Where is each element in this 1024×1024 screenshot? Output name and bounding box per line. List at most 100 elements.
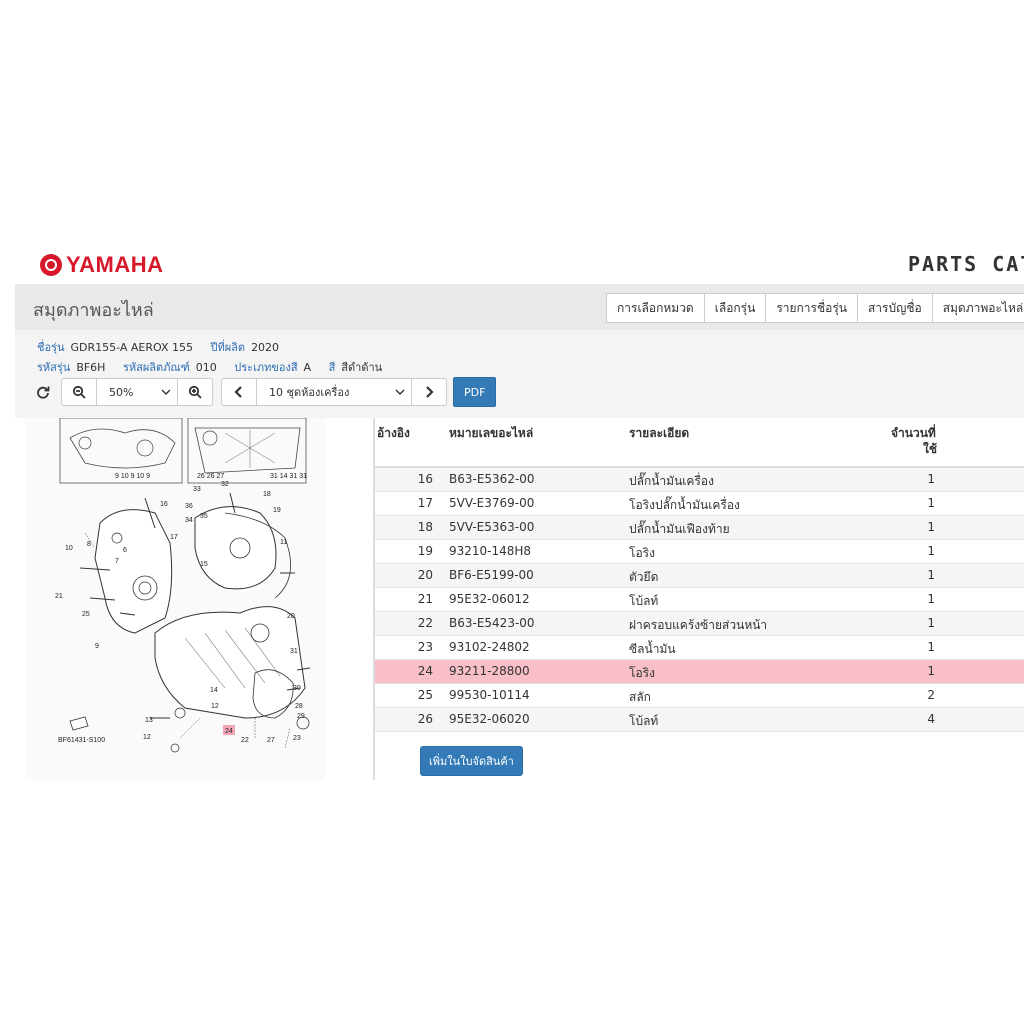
cell-ref: 20 xyxy=(417,568,433,582)
code-label: รหัสรุ่น xyxy=(37,361,71,374)
cell-description: สลัก xyxy=(629,690,651,704)
table-row[interactable]: 16 B63-E5362-00 ปลั๊กน้ำมันเครื่อง 1 xyxy=(375,468,1024,492)
cell-part-number: 5VV-E5363-00 xyxy=(449,520,535,534)
zoom-select[interactable]: 50% xyxy=(96,378,178,406)
model-info-panel: ชื่อรุ่น GDR155-A AEROX 155 ปีที่ผลิต 2020… xyxy=(15,330,1024,418)
header-part-number[interactable]: หมายเลขอะไหล่ xyxy=(449,424,533,443)
chevron-down-icon xyxy=(161,389,171,395)
year-value: 2020 xyxy=(251,341,280,354)
tab-select-model[interactable]: เลือกรุ่น xyxy=(703,293,767,323)
parts-diagram[interactable]: 9 10 9 10 9 26 26 27 31 14 31 31 16 33 3… xyxy=(25,417,325,780)
zoom-in-button[interactable] xyxy=(177,378,213,406)
svg-text:31: 31 xyxy=(290,648,298,655)
parts-catalog-window: YAMAHA PARTS CATA สมุดภาพอะไหล่ การเลือก… xyxy=(15,244,1024,780)
chevron-left-icon xyxy=(234,386,242,398)
table-row[interactable]: 23 93102-24802 ซีลน้ำมัน 1 xyxy=(375,636,1024,660)
tab-parts-catalog[interactable]: สมุดภาพอะไหล่ xyxy=(931,293,1024,323)
svg-text:15: 15 xyxy=(200,561,208,568)
refresh-button[interactable] xyxy=(29,378,57,406)
svg-text:36: 36 xyxy=(185,503,193,510)
cell-description: ตัวยึด xyxy=(629,570,659,584)
table-row[interactable]: 26 95E32-06020 โบ้ลท์ 4 xyxy=(375,708,1024,732)
cell-part-number: 5VV-E3769-00 xyxy=(449,496,535,510)
header-description[interactable]: รายละเอียด xyxy=(629,424,689,443)
header-ref[interactable]: อ้างอิง xyxy=(377,424,410,443)
table-row[interactable]: 21 95E32-06012 โบ้ลท์ 1 xyxy=(375,588,1024,612)
exploded-view-drawing: 9 10 9 10 9 26 26 27 31 14 31 31 16 33 3… xyxy=(55,417,311,753)
cell-quantity: 4 xyxy=(927,712,935,726)
cell-part-number: B63-E5423-00 xyxy=(449,616,535,630)
table-row[interactable]: 24 93211-28800 โอริง 1 xyxy=(375,660,1024,684)
next-section-button[interactable] xyxy=(411,378,447,406)
product-code-label: รหัสผลิตภัณฑ์ xyxy=(122,361,190,374)
cell-quantity: 1 xyxy=(927,664,935,678)
tuning-fork-icon xyxy=(40,254,62,276)
tab-model-list[interactable]: รายการชื่อรุ่น xyxy=(765,293,858,323)
pdf-button[interactable]: PDF xyxy=(453,377,497,407)
svg-text:18: 18 xyxy=(263,491,271,498)
cell-ref: 26 xyxy=(417,712,433,726)
parts-table: อ้างอิง หมายเลขอะไหล่ รายละเอียด จำนวนที… xyxy=(375,418,1024,776)
table-row[interactable]: 18 5VV-E5363-00 ปลั๊กน้ำมันเฟืองท้าย 1 xyxy=(375,516,1024,540)
svg-text:20: 20 xyxy=(287,613,295,620)
tab-index[interactable]: สารบัญชื่อ xyxy=(856,293,933,323)
svg-text:30: 30 xyxy=(293,685,301,692)
svg-text:13: 13 xyxy=(145,717,153,724)
svg-text:10: 10 xyxy=(65,545,73,552)
svg-text:31 14 31 31: 31 14 31 31 xyxy=(270,473,307,480)
table-row[interactable]: 22 B63-E5423-00 ฝาครอบแคร้งซ้ายส่วนหน้า 1 xyxy=(375,612,1024,636)
svg-text:17: 17 xyxy=(170,534,178,541)
tab-category[interactable]: การเลือกหมวด xyxy=(606,293,705,323)
cell-part-number: 95E32-06020 xyxy=(449,712,530,726)
svg-text:21: 21 xyxy=(55,593,63,600)
cell-description: ปลั๊กน้ำมันเฟืองท้าย xyxy=(629,522,730,536)
logo-text: YAMAHA xyxy=(66,252,164,277)
color-label: สี xyxy=(328,361,336,374)
table-row[interactable]: 25 99530-10114 สลัก 2 xyxy=(375,684,1024,708)
cell-part-number: B63-E5362-00 xyxy=(449,472,535,486)
zoom-out-icon xyxy=(72,385,86,399)
cell-part-number: 93102-24802 xyxy=(449,640,530,654)
svg-text:27: 27 xyxy=(267,737,275,744)
cell-part-number: 95E32-06012 xyxy=(449,592,530,606)
zoom-out-button[interactable] xyxy=(61,378,97,406)
zoom-in-icon xyxy=(188,385,202,399)
year-label: ปีที่ผลิต xyxy=(210,341,246,354)
add-to-order-button[interactable]: เพิ่มในใบจัดสินค้า xyxy=(420,746,523,776)
svg-text:8: 8 xyxy=(87,541,91,548)
cell-part-number: 99530-10114 xyxy=(449,688,530,702)
refresh-icon xyxy=(37,386,50,399)
cell-quantity: 1 xyxy=(927,520,935,534)
cell-ref: 17 xyxy=(417,496,433,510)
callout-24-highlighted: 24 xyxy=(225,728,233,735)
cell-part-number: BF6-E5199-00 xyxy=(449,568,534,582)
cell-ref: 21 xyxy=(417,592,433,606)
cell-description: ฝาครอบแคร้งซ้ายส่วนหน้า xyxy=(629,618,768,632)
svg-text:12: 12 xyxy=(211,703,219,710)
yamaha-logo[interactable]: YAMAHA xyxy=(40,252,164,278)
model-value: GDR155-A AEROX 155 xyxy=(70,341,193,354)
chevron-down-icon xyxy=(395,389,405,395)
info-row-model: ชื่อรุ่น GDR155-A AEROX 155 ปีที่ผลิต 2020 xyxy=(37,338,293,356)
cell-description: โอริง xyxy=(629,546,655,560)
cell-quantity: 1 xyxy=(927,616,935,630)
cell-ref: 19 xyxy=(417,544,433,558)
previous-section-button[interactable] xyxy=(221,378,257,406)
svg-text:12: 12 xyxy=(143,734,151,741)
cell-ref: 22 xyxy=(417,616,433,630)
section-select[interactable]: 10 ชุดห้องเครื่อง xyxy=(256,378,412,406)
cell-quantity: 1 xyxy=(927,472,935,486)
zoom-value: 50% xyxy=(109,385,134,399)
table-header: อ้างอิง หมายเลขอะไหล่ รายละเอียด จำนวนที… xyxy=(375,418,1024,468)
cell-description: โบ้ลท์ xyxy=(629,714,659,728)
code-value: BF6H xyxy=(76,361,106,374)
svg-text:33: 33 xyxy=(193,486,201,493)
cell-quantity: 1 xyxy=(927,544,935,558)
table-row[interactable]: 17 5VV-E3769-00 โอริงปลั๊กน้ำมันเครื่อง 1 xyxy=(375,492,1024,516)
brand-bar: YAMAHA PARTS CATA xyxy=(15,244,1024,284)
table-row[interactable]: 19 93210-148H8 โอริง 1 xyxy=(375,540,1024,564)
svg-text:25: 25 xyxy=(82,611,90,618)
table-row[interactable]: 20 BF6-E5199-00 ตัวยึด 1 xyxy=(375,564,1024,588)
toolbar: 50% 10 ชุดห้องเครื่อง PDF xyxy=(29,377,497,407)
svg-text:14: 14 xyxy=(210,687,218,694)
